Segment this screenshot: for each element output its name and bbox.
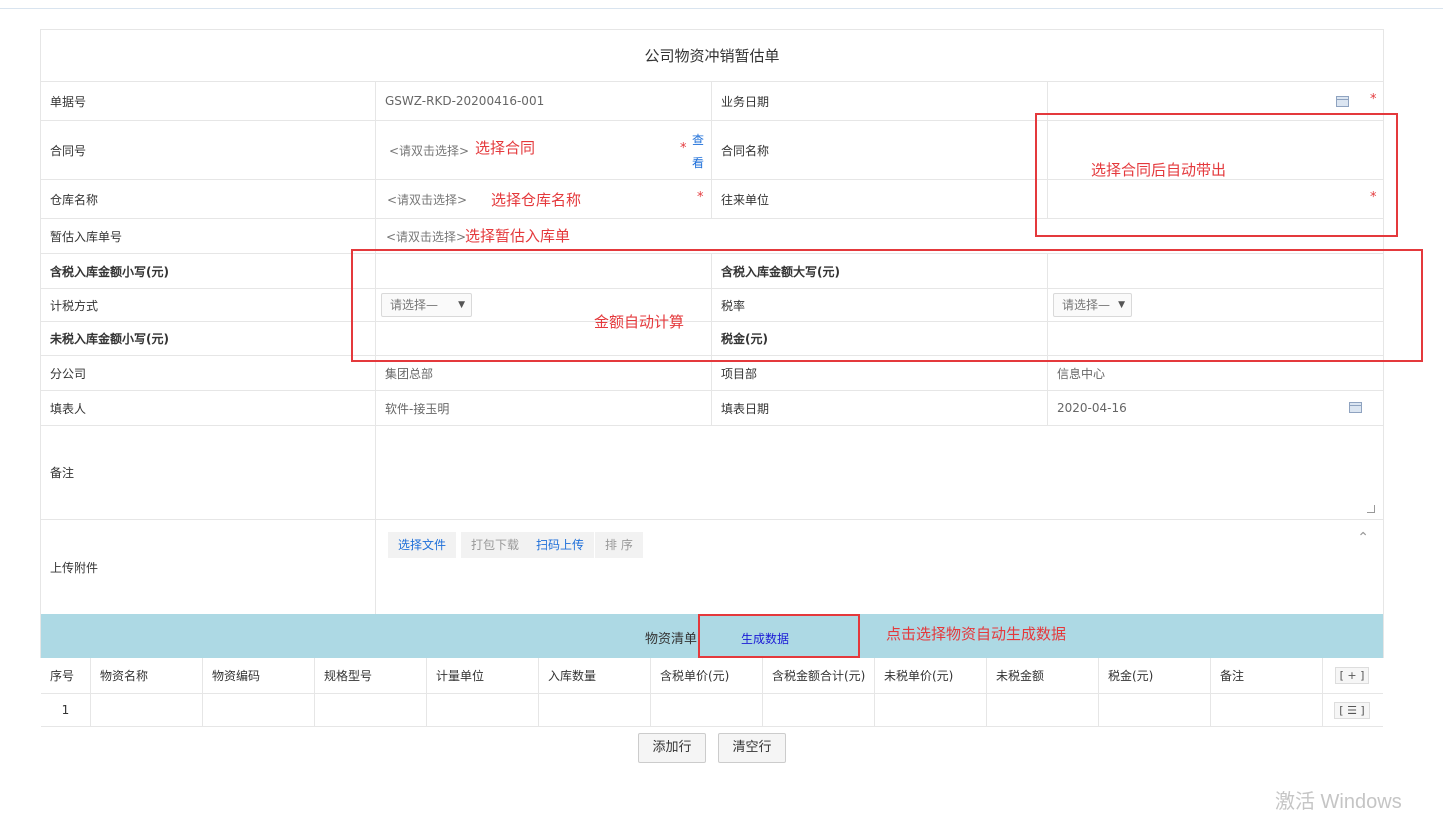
cell-remark[interactable] [1211,694,1323,726]
cell-quantity[interactable] [539,694,651,726]
remark-textarea[interactable] [376,426,1383,519]
row-index: 1 [41,694,91,726]
required-mark: * [680,141,687,156]
partner-label: 往来单位 [721,192,770,207]
tax-exc-small-label: 未税入库金额小写(元) [50,332,169,346]
fill-date-value: 2020-04-16 [1057,401,1127,415]
tax-method-label: 计税方式 [50,298,99,313]
annotation-box-amount [351,249,1423,362]
branch-value: 集团总部 [385,366,434,381]
contract-no-placeholder: <请双击选择> [389,143,470,158]
cell-material-name[interactable] [91,694,203,726]
filler-value: 软件-接玉明 [385,401,450,416]
filler-label: 填表人 [50,401,87,416]
cell-material-code[interactable] [203,694,315,726]
project-value: 信息中心 [1057,366,1106,381]
contract-name-label: 合同名称 [721,143,770,158]
row-attach: 上传附件 选择文件 打包下载 扫码上传 排 序 ⌃ [41,520,1383,614]
clear-rows-button[interactable]: 清空行 [718,733,786,763]
annotation-auto-generate: 点击选择物资自动生成数据 [886,625,1067,643]
doc-no-label: 单据号 [50,94,87,109]
column-header: 物资编码 [203,658,315,693]
annotation-select-temp: 选择暂估入库单 [465,227,571,245]
grid-columns: 序号 物资名称 物资编码 规格型号 计量单位 入库数量 含税单价(元) 含税金额… [41,658,1383,694]
column-header: 备注 [1211,658,1323,693]
cell-untax-amount[interactable] [987,694,1099,726]
select-file-button[interactable]: 选择文件 [388,532,457,558]
fill-date-label: 填表日期 [721,401,770,416]
remark-label: 备注 [50,466,75,480]
calendar-icon[interactable] [1349,402,1362,413]
row-remark: 备注 [41,426,1383,520]
project-label: 项目部 [721,366,758,381]
column-header: 规格型号 [315,658,427,693]
required-mark: * [697,190,704,205]
fill-date-input[interactable]: 2020-04-16 [1048,391,1383,425]
warehouse-placeholder: <请双击选择> [387,192,468,207]
annotation-auto-calc: 金额自动计算 [594,313,685,331]
warehouse-label: 仓库名称 [50,192,99,207]
view-contract-link[interactable]: 查看 [692,129,706,175]
column-header: 税金(元) [1099,658,1211,693]
biz-date-label: 业务日期 [721,94,770,109]
annotation-select-warehouse: 选择仓库名称 [491,191,582,209]
cell-tax[interactable] [1099,694,1211,726]
column-header: 含税金额合计(元) [763,658,875,693]
branch-label: 分公司 [50,366,87,381]
annotation-box-generate [698,614,860,658]
temp-no-label: 暂估入库单号 [50,229,123,244]
form-title: 公司物资冲销暂估单 [41,30,1383,82]
row-filler: 填表人 软件-接玉明 填表日期 2020-04-16 [41,391,1383,426]
column-header: 序号 [41,658,91,693]
cell-unit[interactable] [427,694,539,726]
column-header: 含税单价(元) [651,658,763,693]
add-column-button[interactable]: [ + ] [1334,667,1370,684]
windows-activation-watermark: 激活 Windows [1275,791,1402,813]
scan-upload-button[interactable]: 扫码上传 [526,532,595,558]
table-row: 1 [ ☰ ] [41,694,1383,727]
top-divider [0,8,1443,9]
column-header: 未税单价(元) [875,658,987,693]
annotation-select-contract: 选择合同 [475,139,536,157]
column-header: 计量单位 [427,658,539,693]
calendar-icon[interactable] [1336,96,1349,107]
collapse-icon[interactable]: ⌃ [1357,530,1369,546]
doc-no-value: GSWZ-RKD-20200416-001 [385,94,545,108]
tax-inc-small-label: 含税入库金额小写(元) [50,264,169,279]
contract-no-input[interactable]: <请双击选择> * 查看 [376,121,712,179]
cell-tax-unit-price[interactable] [651,694,763,726]
resize-handle-icon[interactable] [1367,505,1375,513]
required-mark: * [1370,92,1377,107]
pack-download-button[interactable]: 打包下载 [461,532,530,558]
annotation-auto-from-contract: 选择合同后自动带出 [1091,161,1227,179]
attach-label: 上传附件 [50,560,99,575]
contract-no-label: 合同号 [50,143,87,158]
temp-no-placeholder: <请双击选择> [386,229,467,244]
sort-button[interactable]: 排 序 [595,532,643,558]
column-header: 物资名称 [91,658,203,693]
add-row-button[interactable]: 添加行 [638,733,706,763]
cell-spec[interactable] [315,694,427,726]
cell-tax-total[interactable] [763,694,875,726]
column-header: 未税金额 [987,658,1099,693]
attach-area: 选择文件 打包下载 扫码上传 排 序 ⌃ [376,520,1383,614]
column-header: 入库数量 [539,658,651,693]
row-menu-button[interactable]: [ ☰ ] [1334,701,1370,719]
cell-untax-unit-price[interactable] [875,694,987,726]
